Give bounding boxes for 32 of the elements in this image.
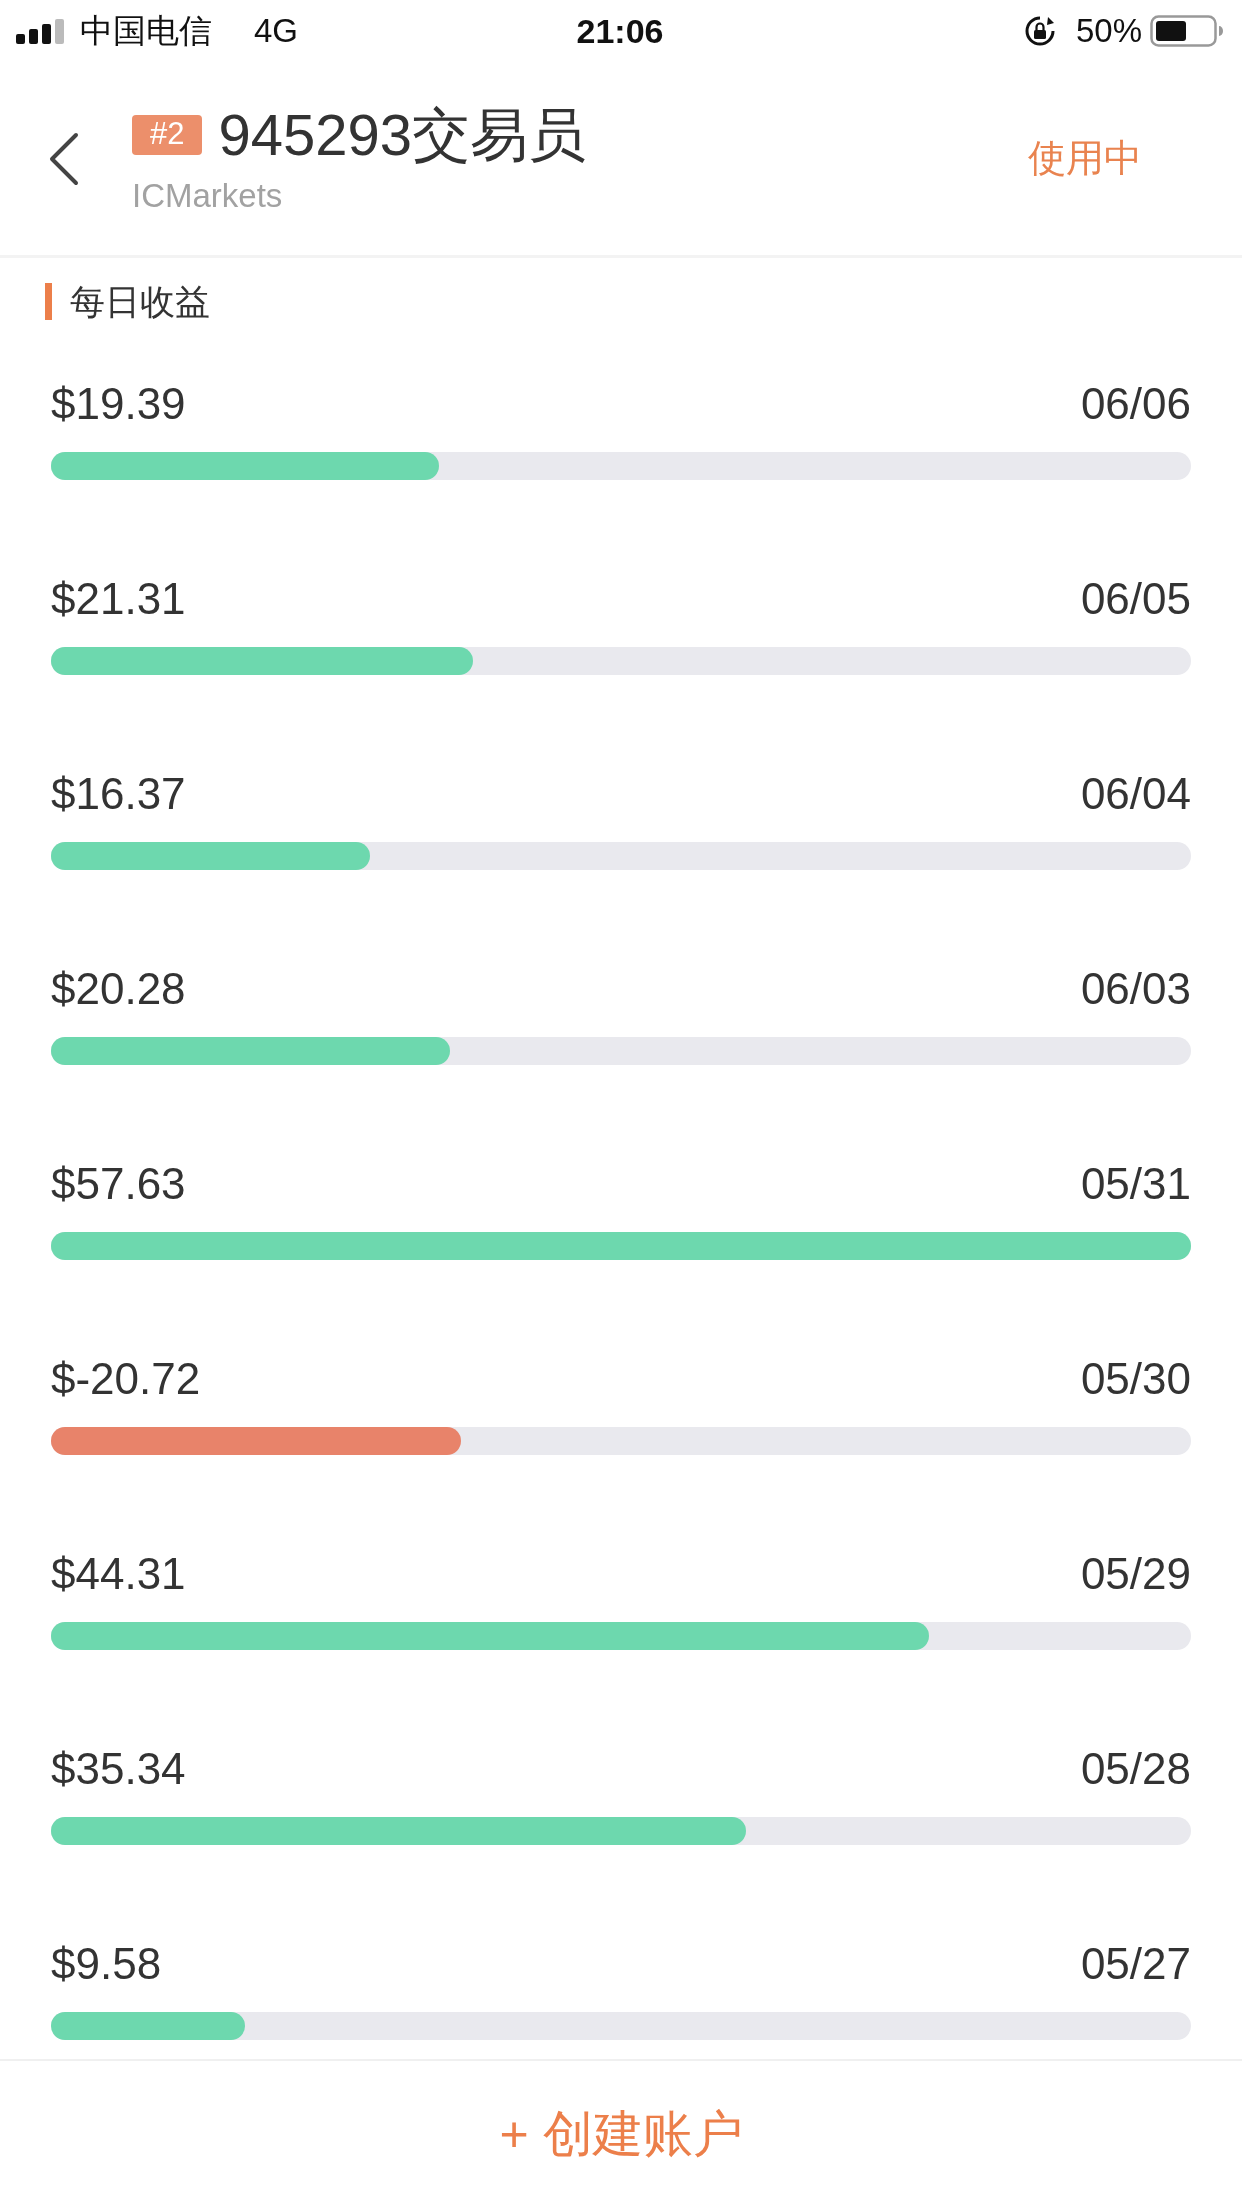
section-title: 每日收益 <box>70 281 210 323</box>
create-account-button[interactable]: + 创建账户 <box>493 2097 749 2172</box>
date-label: 05/27 <box>1080 1938 1191 1990</box>
date-label: 05/29 <box>1080 1548 1191 1600</box>
signal-icon <box>16 18 64 44</box>
date-label: 05/28 <box>1080 1743 1191 1795</box>
profit-amount: $-20.72 <box>51 1353 201 1405</box>
date-label: 06/03 <box>1080 963 1191 1015</box>
profit-amount: $16.37 <box>51 768 186 820</box>
profit-amount: $44.31 <box>51 1548 186 1600</box>
network-type: 4G <box>254 11 299 52</box>
date-label: 06/05 <box>1080 573 1191 625</box>
section-marker <box>45 283 52 320</box>
date-label: 05/30 <box>1080 1353 1191 1405</box>
broker-name: ICMarkets <box>132 176 283 214</box>
battery-icon <box>1150 15 1224 47</box>
profit-amount: $9.58 <box>51 1938 162 1990</box>
account-title: 945293交易员 <box>218 105 587 164</box>
date-label: 05/31 <box>1080 1158 1191 1210</box>
status-label: 使用中 <box>1028 136 1142 181</box>
profit-amount: $21.31 <box>51 573 186 625</box>
carrier-name: 中国电信 <box>80 11 212 52</box>
battery-percent: 50% <box>1075 11 1142 52</box>
rotation-lock-icon <box>1023 15 1056 47</box>
profit-amount: $20.28 <box>51 963 186 1015</box>
date-label: 06/04 <box>1080 768 1191 820</box>
clock-time: 21:06 <box>576 10 664 52</box>
number-badge: #2 <box>132 114 203 155</box>
date-label: 06/06 <box>1080 378 1191 430</box>
profit-amount: $19.39 <box>51 378 186 430</box>
profit-amount: $57.63 <box>51 1158 186 1210</box>
profit-amount: $35.34 <box>51 1743 186 1795</box>
